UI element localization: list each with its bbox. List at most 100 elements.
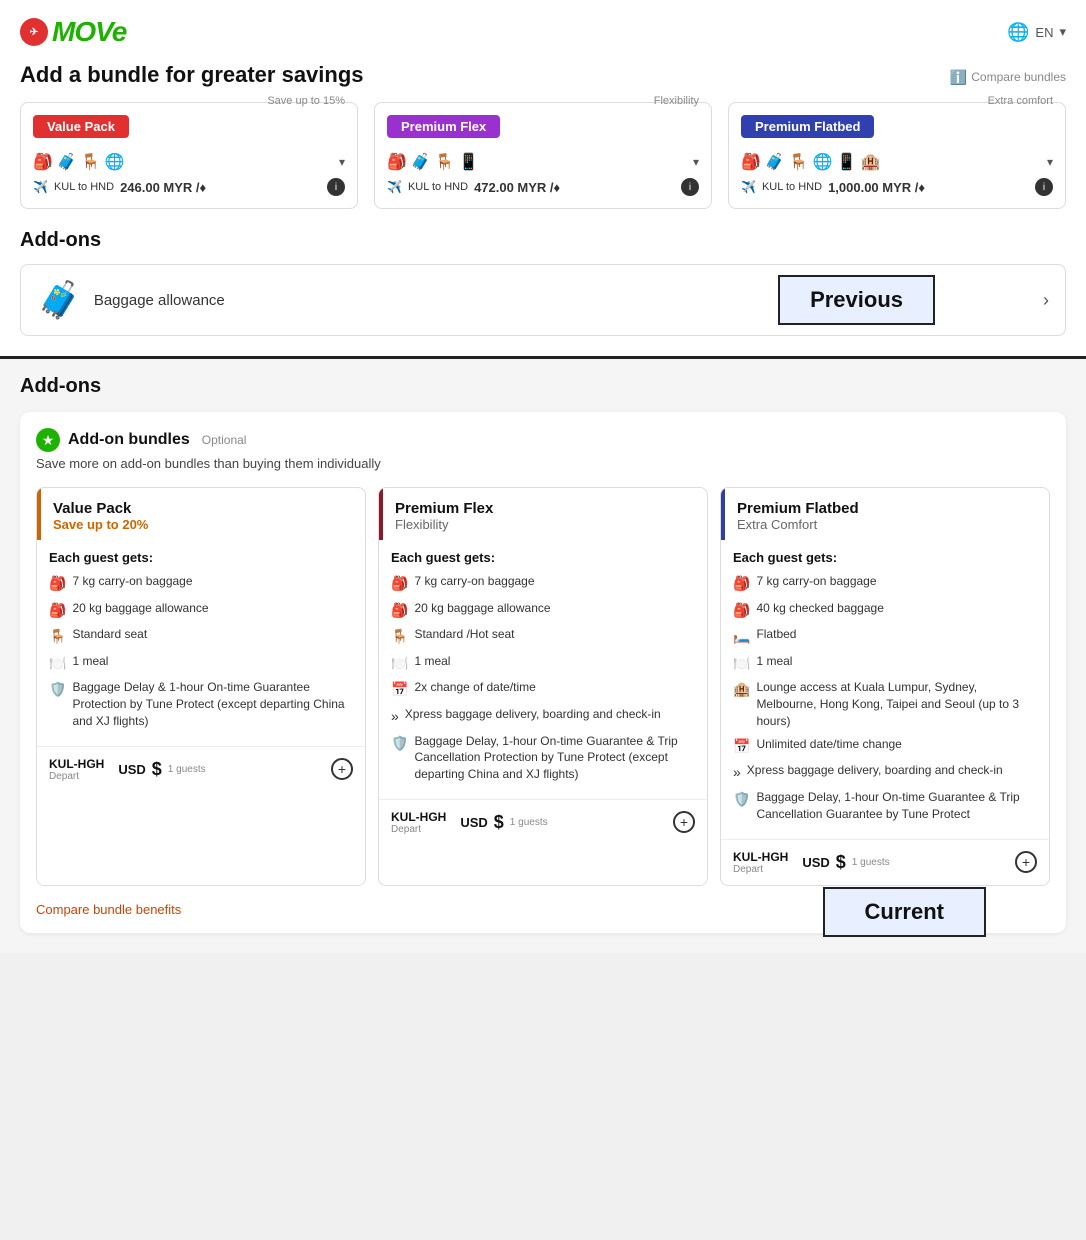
each-guest-flex: Each guest gets: [391, 550, 695, 565]
footer-guests-value: 1 guests [168, 764, 206, 775]
logo: ✈ MOVe [20, 16, 126, 48]
feature-protect-flatbed: 🛡️ Baggage Delay, 1-hour On-time Guarant… [733, 789, 1037, 823]
star-icon: ★ [36, 428, 60, 452]
bundle-detail-sub-flatbed: Extra Comfort [737, 517, 1037, 532]
bundle-card-flatbed[interactable]: Premium Flatbed Extra comfort 🎒🧳🪑🌐📱🏨 ▾ ✈… [728, 102, 1066, 209]
bundle-detail-body-flex: Each guest gets: 🎒 7 kg carry-on baggage… [379, 540, 707, 799]
bundle-price-row-flatbed: ✈️ KUL to HND 1,000.00 MYR /♦ i [741, 178, 1053, 196]
bundle-detail-name-value: Value Pack [53, 500, 353, 517]
feature-lounge-flatbed: 🏨 Lounge access at Kuala Lumpur, Sydney,… [733, 679, 1037, 729]
bundle-detail-name-flex: Premium Flex [395, 500, 695, 517]
add-button-flatbed[interactable]: + [1015, 851, 1037, 873]
feature-unlimited-flatbed: 📅 Unlimited date/time change [733, 736, 1037, 757]
footer-currency-value: USD [118, 762, 145, 777]
bundle-detail-sub-flex: Flexibility [395, 517, 695, 532]
footer-sub-value: Depart [49, 771, 104, 782]
bundle-detail-value: Value Pack Save up to 20% Each guest get… [36, 487, 366, 886]
bundle-detail-header-flatbed: Premium Flatbed Extra Comfort [721, 488, 1049, 540]
bundle-tag-flex: Premium Flex [387, 115, 500, 138]
top-section: ✈ MOVe 🌐 EN ▾ Add a bundle for greater s… [0, 0, 1086, 359]
footer-guests-flatbed: 1 guests [852, 857, 890, 868]
feature-carry-on-flatbed: 🎒 7 kg carry-on baggage [733, 573, 1037, 594]
optional-text: Optional [202, 433, 247, 447]
bundle-cards: Value Pack Save up to 15% 🎒🧳🪑🌐 ▾ ✈️ KUL … [20, 102, 1066, 209]
seat-icon-value: 🪑 [49, 627, 66, 647]
compare-icon: ℹ️ [950, 69, 967, 86]
compare-bundles-link[interactable]: Compare bundles [971, 70, 1066, 84]
previous-label: Previous [778, 275, 935, 325]
info-circle-flatbed[interactable]: i [1035, 178, 1053, 196]
footer-route-value: KUL-HGH [49, 757, 104, 771]
bundle-route-flatbed: KUL to HND [762, 181, 822, 193]
bundle-subtitle-value: Save up to 15% [267, 95, 345, 107]
dropdown-arrow-flatbed[interactable]: ▾ [1047, 155, 1053, 169]
bundle-detail-name-flatbed: Premium Flatbed [737, 500, 1037, 517]
bottom-footer-row: Compare bundle benefits Current [36, 898, 1050, 917]
protect-icon-value: 🛡️ [49, 680, 66, 700]
bundle-card-flex[interactable]: Premium Flex Flexibility 🎒🧳🪑📱 ▾ ✈️ KUL t… [374, 102, 712, 209]
bundle-card-value[interactable]: Value Pack Save up to 15% 🎒🧳🪑🌐 ▾ ✈️ KUL … [20, 102, 358, 209]
bottom-section: Add-ons ★ Add-on bundles Optional Save m… [0, 359, 1086, 953]
footer-guests-flex: 1 guests [510, 817, 548, 828]
dropdown-arrow-flex[interactable]: ▾ [693, 155, 699, 169]
baggage-icon-value: 🎒 [49, 601, 66, 621]
carry-on-icon-value: 🎒 [49, 574, 66, 594]
bundle-tag-value: Value Pack [33, 115, 129, 138]
dropdown-arrow-value[interactable]: ▾ [339, 155, 345, 169]
baggage-addon-item[interactable]: 🧳 Baggage allowance Previous › [20, 264, 1066, 336]
feature-carry-on-value: 🎒 7 kg carry-on baggage [49, 573, 353, 594]
bundle-detail-footer-flex: KUL-HGH Depart USD $ 1 guests + [379, 799, 707, 845]
feature-meal-flatbed: 🍽️ 1 meal [733, 653, 1037, 674]
compare-benefits-link[interactable]: Compare bundle benefits [36, 902, 181, 917]
footer-dollar-flex: $ [494, 812, 504, 833]
save-more-text: Save more on add-on bundles than buying … [36, 456, 1050, 471]
feature-checked-flatbed: 🎒 40 kg checked baggage [733, 600, 1037, 621]
baggage-emoji: 🧳 [37, 279, 82, 321]
addon-bundles-label: Add-on bundles [68, 431, 190, 449]
lang-label: EN [1035, 25, 1053, 40]
footer-currency-flatbed: USD [802, 855, 829, 870]
feature-protect-value: 🛡️ Baggage Delay & 1-hour On-time Guaran… [49, 679, 353, 729]
bundle-detail-sub-value: Save up to 20% [53, 517, 353, 532]
bundle-detail-body-flatbed: Each guest gets: 🎒 7 kg carry-on baggage… [721, 540, 1049, 839]
feature-xpress-flex: » Xpress baggage delivery, boarding and … [391, 706, 695, 727]
add-button-flex[interactable]: + [673, 811, 695, 833]
meal-icon-value: 🍽️ [49, 654, 66, 674]
feature-date-flex: 📅 2x change of date/time [391, 679, 695, 700]
addons-title-top: Add-ons [20, 229, 1066, 252]
bundle-detail-footer-flatbed: KUL-HGH Depart USD $ 1 guests + [721, 839, 1049, 885]
info-circle-value[interactable]: i [327, 178, 345, 196]
add-button-value[interactable]: + [331, 758, 353, 780]
plane-icon-flatbed: ✈️ [741, 180, 756, 194]
bundle-detail-header-value: Value Pack Save up to 20% [37, 488, 365, 540]
bundle-subtitle-flex: Flexibility [654, 95, 699, 107]
bundle-subtitle-flatbed: Extra comfort [988, 95, 1053, 107]
feature-baggage-value: 🎒 20 kg baggage allowance [49, 600, 353, 621]
footer-dollar-value: $ [152, 759, 162, 780]
addon-bundles-card: ★ Add-on bundles Optional Save more on a… [20, 412, 1066, 933]
bottom-title: Add-ons [20, 375, 1066, 398]
plane-icon-flex: ✈️ [387, 180, 402, 194]
top-header: ✈ MOVe 🌐 EN ▾ [20, 16, 1066, 48]
bundle-detail-flatbed: Premium Flatbed Extra Comfort Each guest… [720, 487, 1050, 886]
bundle-detail-body-value: Each guest gets: 🎒 7 kg carry-on baggage… [37, 540, 365, 746]
feature-xpress-flatbed: » Xpress baggage delivery, boarding and … [733, 762, 1037, 783]
bundle-price-row-flex: ✈️ KUL to HND 472.00 MYR /♦ i [387, 178, 699, 196]
feature-carry-on-flex: 🎒 7 kg carry-on baggage [391, 573, 695, 594]
feature-meal-flex: 🍽️ 1 meal [391, 653, 695, 674]
each-guest-value: Each guest gets: [49, 550, 353, 565]
lang-selector[interactable]: 🌐 EN ▾ [1007, 22, 1066, 43]
logo-text: MOVe [52, 16, 126, 48]
bundle-detail-flex: Premium Flex Flexibility Each guest gets… [378, 487, 708, 886]
footer-currency-flex: USD [460, 815, 487, 830]
footer-dollar-flatbed: $ [836, 852, 846, 873]
bundle-price-row-value: ✈️ KUL to HND 246.00 MYR /♦ i [33, 178, 345, 196]
plane-icon: ✈️ [33, 180, 48, 194]
info-circle-flex[interactable]: i [681, 178, 699, 196]
bundle-route-value: KUL to HND [54, 181, 114, 193]
footer-route-flex: KUL-HGH [391, 810, 446, 824]
bundle-tag-flatbed: Premium Flatbed [741, 115, 874, 138]
feature-seat-value: 🪑 Standard seat [49, 626, 353, 647]
bundle-detail-footer-value: KUL-HGH Depart USD $ 1 guests + [37, 746, 365, 792]
bundle-price-flex: 472.00 MYR /♦ [474, 180, 560, 195]
